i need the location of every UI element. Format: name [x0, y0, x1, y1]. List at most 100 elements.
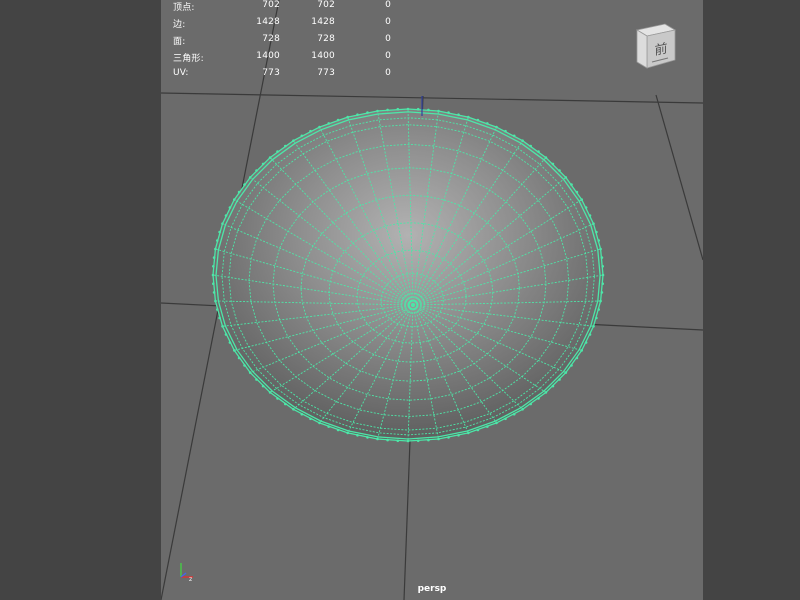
wire-vertex [447, 436, 450, 439]
wire-vertex [551, 384, 555, 388]
wire-vertex [601, 282, 604, 286]
wire-vertex [595, 316, 598, 320]
hud-row-triangles: 三角形: 1400 1400 0 [173, 51, 403, 67]
grid-line [655, 94, 703, 261]
wire-vertex [504, 129, 507, 133]
wire-vertex [476, 428, 480, 432]
wire-vertex [386, 438, 389, 442]
wire-vertex [214, 299, 217, 303]
wire-vertex [551, 162, 555, 166]
wire-vertex [300, 412, 304, 416]
wire-vertex [512, 412, 516, 416]
hud-value: 1400 [256, 51, 280, 61]
svg-text:z: z [189, 576, 192, 582]
wire-vertex [476, 118, 480, 122]
wire-vertex [309, 129, 312, 133]
wire-vertex [284, 402, 287, 406]
wire-vertex [592, 325, 595, 328]
hud-value: 1428 [256, 17, 280, 27]
scene-canvas[interactable] [161, 0, 703, 600]
wire-vertex [396, 439, 400, 443]
wire-vertex [292, 139, 295, 142]
wire-vertex [580, 349, 583, 352]
wire-vertex [588, 333, 592, 336]
wire-vertex [243, 364, 246, 367]
wire-vertex [521, 139, 524, 142]
wire-vertex [243, 183, 246, 186]
wire-vertex [309, 417, 312, 421]
wire-vertex [327, 425, 330, 428]
view-cube-icon[interactable]: 前 [631, 22, 679, 74]
wire-vertex [224, 214, 228, 217]
wire-vertex [212, 282, 215, 286]
wire-vertex [276, 397, 279, 400]
hud-value: 1428 [311, 17, 335, 27]
wire-vertex [221, 222, 224, 225]
wire-vertex [268, 391, 272, 394]
wire-vertex [255, 169, 258, 172]
wire-vertex [416, 107, 420, 111]
wire-vertex [237, 190, 241, 194]
grid-line [161, 92, 703, 104]
wire-vertex [599, 247, 602, 251]
camera-name-label: persp [417, 584, 447, 594]
perspective-viewport[interactable]: 顶点: 702 702 0 边: 1428 1428 0 面: 728 728 … [161, 0, 703, 600]
wire-vertex [457, 113, 460, 116]
wire-vertex [237, 356, 241, 360]
wire-vertex [592, 222, 595, 225]
wire-vertex [218, 230, 221, 234]
wire-vertex [457, 434, 460, 437]
wire-vertex [212, 256, 216, 259]
wire-vertex [327, 122, 330, 125]
hud-value: 0 [385, 34, 391, 44]
hud-label: 面: [173, 37, 186, 47]
hud-value: 728 [317, 34, 335, 44]
wire-vertex [447, 111, 450, 114]
wire-vertex [276, 150, 279, 153]
left-panel [0, 0, 161, 600]
wire-vertex [214, 247, 217, 251]
wire-vertex [558, 169, 561, 172]
wire-vertex [597, 308, 600, 311]
wire-vertex [416, 439, 420, 443]
wire-vertex [570, 364, 573, 367]
wire-vertex [346, 115, 349, 119]
wire-vertex [218, 316, 221, 320]
wire-vertex [396, 107, 400, 111]
wire-vertex [366, 436, 369, 439]
wire-vertex [292, 408, 295, 411]
wire-vertex [521, 408, 524, 411]
wire-vertex [495, 421, 498, 425]
wire-vertex [467, 115, 470, 119]
wire-vertex [268, 156, 272, 159]
hud-value: 728 [262, 34, 280, 44]
hud-value: 0 [385, 17, 391, 27]
wire-vertex [427, 108, 430, 112]
wire-vertex [529, 402, 532, 406]
wire-vertex [575, 190, 579, 194]
wire-vertex [248, 176, 252, 179]
wire-vertex [580, 198, 583, 201]
bowl-mesh[interactable] [211, 107, 605, 443]
wire-vertex [584, 341, 588, 344]
wire-vertex [318, 125, 321, 129]
wire-vertex [570, 183, 573, 186]
wire-vertex [601, 273, 605, 277]
hud-value: 0 [385, 51, 391, 61]
axis-gizmo-icon: z [175, 560, 201, 583]
wire-vertex [212, 291, 216, 294]
wire-vertex [558, 378, 561, 381]
wire-vertex [529, 144, 532, 148]
wire-vertex [406, 107, 410, 111]
wire-vertex [224, 333, 228, 336]
wire-vertex [512, 134, 516, 138]
hud-label: UV: [173, 68, 189, 78]
hud-label: 边: [173, 20, 186, 30]
hud-label: 顶点: [173, 3, 195, 13]
wire-vertex [467, 431, 470, 435]
wire-vertex [346, 431, 349, 435]
hud-value: 0 [385, 0, 391, 10]
wire-vertex [600, 291, 604, 294]
wire-vertex [588, 214, 592, 217]
wire-vertex [537, 397, 540, 400]
